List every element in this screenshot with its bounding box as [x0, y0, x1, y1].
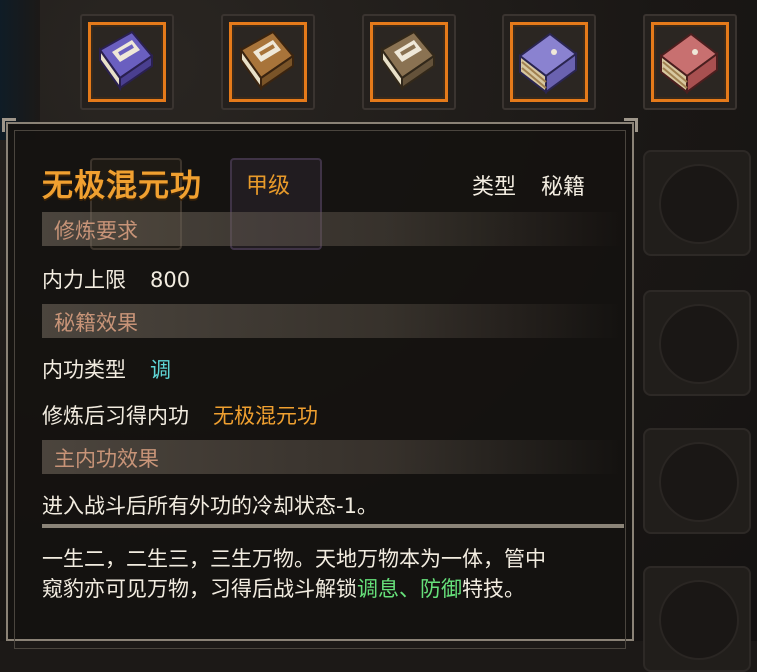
corner-ornament [2, 118, 16, 132]
section-title: 修炼要求 [54, 219, 138, 243]
section-title: 主内功效果 [54, 447, 159, 471]
learn-label: 修炼后习得内功 [42, 404, 189, 428]
corner-ornament [624, 118, 638, 132]
type-value: 秘籍 [541, 175, 586, 200]
empty-slot[interactable] [643, 566, 751, 672]
empty-slot-circle [659, 304, 739, 384]
requirement-row: 内力上限 800 [42, 264, 190, 294]
description-text: 窥豹亦可见万物，习得后战斗解锁 [42, 577, 357, 601]
red-stack-icon [659, 32, 719, 95]
section-header-requirement: 修炼要求 [42, 212, 622, 246]
item-slot-4[interactable] [502, 14, 596, 110]
item-slot-3[interactable] [362, 14, 456, 110]
item-grade: 甲级 [246, 174, 291, 199]
purple-book-icon [98, 30, 154, 92]
type-label: 类型 [472, 175, 517, 200]
skill-name: 调息 [357, 577, 399, 601]
section-header-effect: 秘籍效果 [42, 304, 622, 338]
empty-slot-circle [659, 442, 739, 522]
internal-type-row: 内功类型调 [42, 354, 171, 384]
brown-book-icon [239, 30, 295, 92]
item-title: 无极混元功 [42, 168, 202, 204]
description-line-2: 窥豹亦可见万物，习得后战斗解锁调息、防御特技。 [42, 574, 622, 604]
requirement-label: 内力上限 [42, 268, 126, 292]
description-text: 特技。 [462, 577, 525, 601]
divider [42, 524, 624, 528]
internal-type-label: 内功类型 [42, 358, 126, 382]
learn-row: 修炼后习得内功 无极混元功 [42, 400, 318, 430]
item-slot-5[interactable] [643, 14, 737, 110]
section-title: 秘籍效果 [54, 311, 138, 335]
main-effect-text: 进入战斗后所有外功的冷却状态-1。 [42, 494, 378, 518]
item-slot-1[interactable] [80, 14, 174, 110]
tan-book-icon [380, 30, 436, 92]
empty-slot[interactable] [643, 290, 751, 396]
empty-slot-circle [659, 164, 739, 244]
item-slot-2[interactable] [221, 14, 315, 110]
purple-stack-icon [518, 32, 578, 95]
description-line-1: 一生二，二生三，三生万物。天地万物本为一体，管中 [42, 547, 546, 571]
empty-slot-circle [659, 580, 739, 660]
empty-slot[interactable] [643, 150, 751, 256]
internal-type-value: 调 [150, 358, 171, 382]
requirement-value: 800 [150, 268, 191, 292]
item-tooltip: 无极混元功 甲级 类型 秘籍 修炼要求 内力上限 800 秘籍效果 内功类型调 修… [2, 118, 638, 649]
item-description: 一生二，二生三，三生万物。天地万物本为一体，管中 窥豹亦可见万物，习得后战斗解锁… [42, 544, 622, 604]
empty-slot[interactable] [643, 428, 751, 534]
skill-separator: 、 [399, 577, 420, 601]
skill-name: 防御 [420, 577, 462, 601]
section-header-main-effect: 主内功效果 [42, 440, 622, 474]
learn-value: 无极混元功 [213, 404, 318, 428]
